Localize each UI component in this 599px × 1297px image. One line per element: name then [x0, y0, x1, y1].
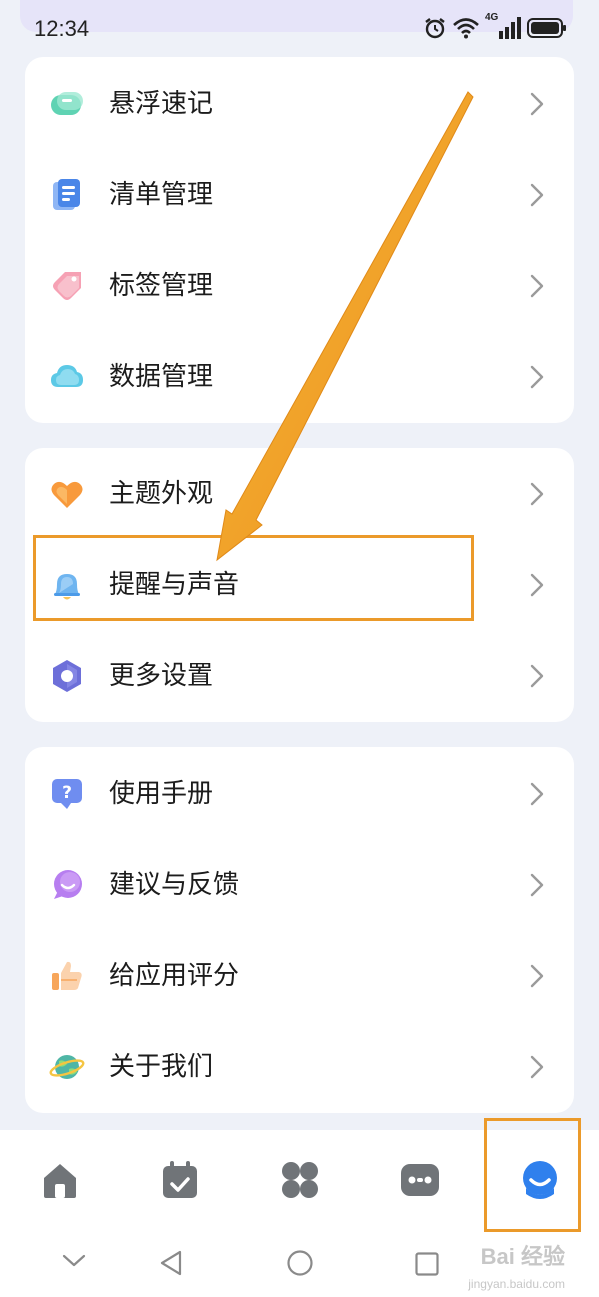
chevron-right-icon — [530, 873, 544, 897]
settings-row-about[interactable]: 关于我们 — [25, 1029, 574, 1105]
heart-theme-icon — [51, 481, 83, 508]
chevron-right-icon — [530, 365, 544, 389]
settings-row-floating-note[interactable]: 悬浮速记 — [25, 66, 574, 142]
wifi-icon — [453, 18, 479, 39]
chevron-right-icon — [530, 274, 544, 298]
settings-row-label: 给应用评分 — [109, 961, 240, 991]
settings-row-data-manage[interactable]: 数据管理 — [25, 339, 574, 415]
settings-row-more-settings[interactable]: 更多设置 — [25, 638, 574, 714]
chevron-right-icon — [530, 573, 544, 597]
chevron-right-icon — [530, 664, 544, 688]
settings-row-theme[interactable]: 主题外观 — [25, 456, 574, 532]
status-bar: 12:34 4G — [0, 0, 599, 60]
alarm-icon — [425, 18, 445, 39]
robot-icon[interactable] — [398, 1158, 442, 1202]
settings-row-label: 悬浮速记 — [109, 89, 214, 119]
profile-icon[interactable] — [518, 1158, 562, 1202]
list-manage-icon — [53, 179, 80, 210]
settings-row-label: 主题外观 — [109, 479, 214, 509]
settings-row-label: 使用手册 — [109, 779, 214, 809]
svg-text:?: ? — [62, 783, 72, 803]
settings-row-tag-manage[interactable]: 标签管理 — [25, 248, 574, 324]
settings-row-label: 更多设置 — [109, 661, 214, 691]
calendar-icon[interactable] — [158, 1158, 202, 1202]
tag-icon — [53, 272, 81, 300]
status-icons: 4G — [423, 12, 567, 42]
watermark-logo: Bai 经验 — [480, 1244, 565, 1269]
recents-square-icon[interactable] — [414, 1251, 440, 1277]
settings-row-label: 建议与反馈 — [109, 870, 240, 900]
chevron-right-icon — [530, 782, 544, 806]
settings-row-rate-app[interactable]: 给应用评分 — [25, 938, 574, 1014]
cloud-data-icon — [51, 365, 83, 387]
hexagon-settings-icon — [53, 660, 81, 692]
settings-row-label: 数据管理 — [109, 362, 214, 392]
battery-icon — [527, 18, 566, 38]
back-chevron-icon[interactable] — [62, 1253, 86, 1269]
thumbs-up-icon — [52, 961, 82, 990]
settings-row-label: 提醒与声音 — [109, 570, 240, 600]
floating-note-icon — [51, 92, 83, 115]
settings-row-label: 关于我们 — [109, 1052, 214, 1082]
home-icon[interactable] — [38, 1158, 82, 1202]
cellular-signal-icon: 4G — [485, 12, 521, 41]
settings-row-user-manual[interactable]: ? 使用手册 — [25, 756, 574, 832]
chevron-right-icon — [530, 482, 544, 506]
help-manual-icon: ? — [52, 779, 82, 809]
system-navigation-bar: Bai 经验 jingyan.baidu.com — [0, 1225, 599, 1297]
settings-group-2: 主题外观 提醒与声音 更多设置 — [25, 448, 574, 722]
settings-group-3: ? 使用手册 建议与反馈 给应用评分 关于我们 — [25, 747, 574, 1113]
watermark-url: jingyan.baidu.com — [468, 1277, 565, 1291]
chevron-right-icon — [530, 183, 544, 207]
settings-group-1: 悬浮速记 清单管理 标签管理 数据管理 — [25, 57, 574, 423]
bell-icon — [54, 574, 80, 600]
chevron-right-icon — [530, 1055, 544, 1079]
planet-icon — [49, 1055, 85, 1079]
bottom-tab-bar — [0, 1130, 599, 1225]
home-circle-icon[interactable] — [286, 1249, 314, 1277]
chevron-right-icon — [530, 92, 544, 116]
feedback-chat-icon — [54, 870, 82, 899]
settings-row-label: 清单管理 — [109, 180, 214, 210]
back-triangle-icon[interactable] — [158, 1249, 184, 1277]
status-time: 12:34 — [34, 16, 90, 41]
grid-apps-icon[interactable] — [278, 1158, 322, 1202]
settings-row-label: 标签管理 — [109, 271, 214, 301]
settings-row-reminder-sound[interactable]: 提醒与声音 — [25, 547, 574, 623]
chevron-right-icon — [530, 964, 544, 988]
settings-row-list-manage[interactable]: 清单管理 — [25, 157, 574, 233]
settings-row-feedback[interactable]: 建议与反馈 — [25, 847, 574, 923]
